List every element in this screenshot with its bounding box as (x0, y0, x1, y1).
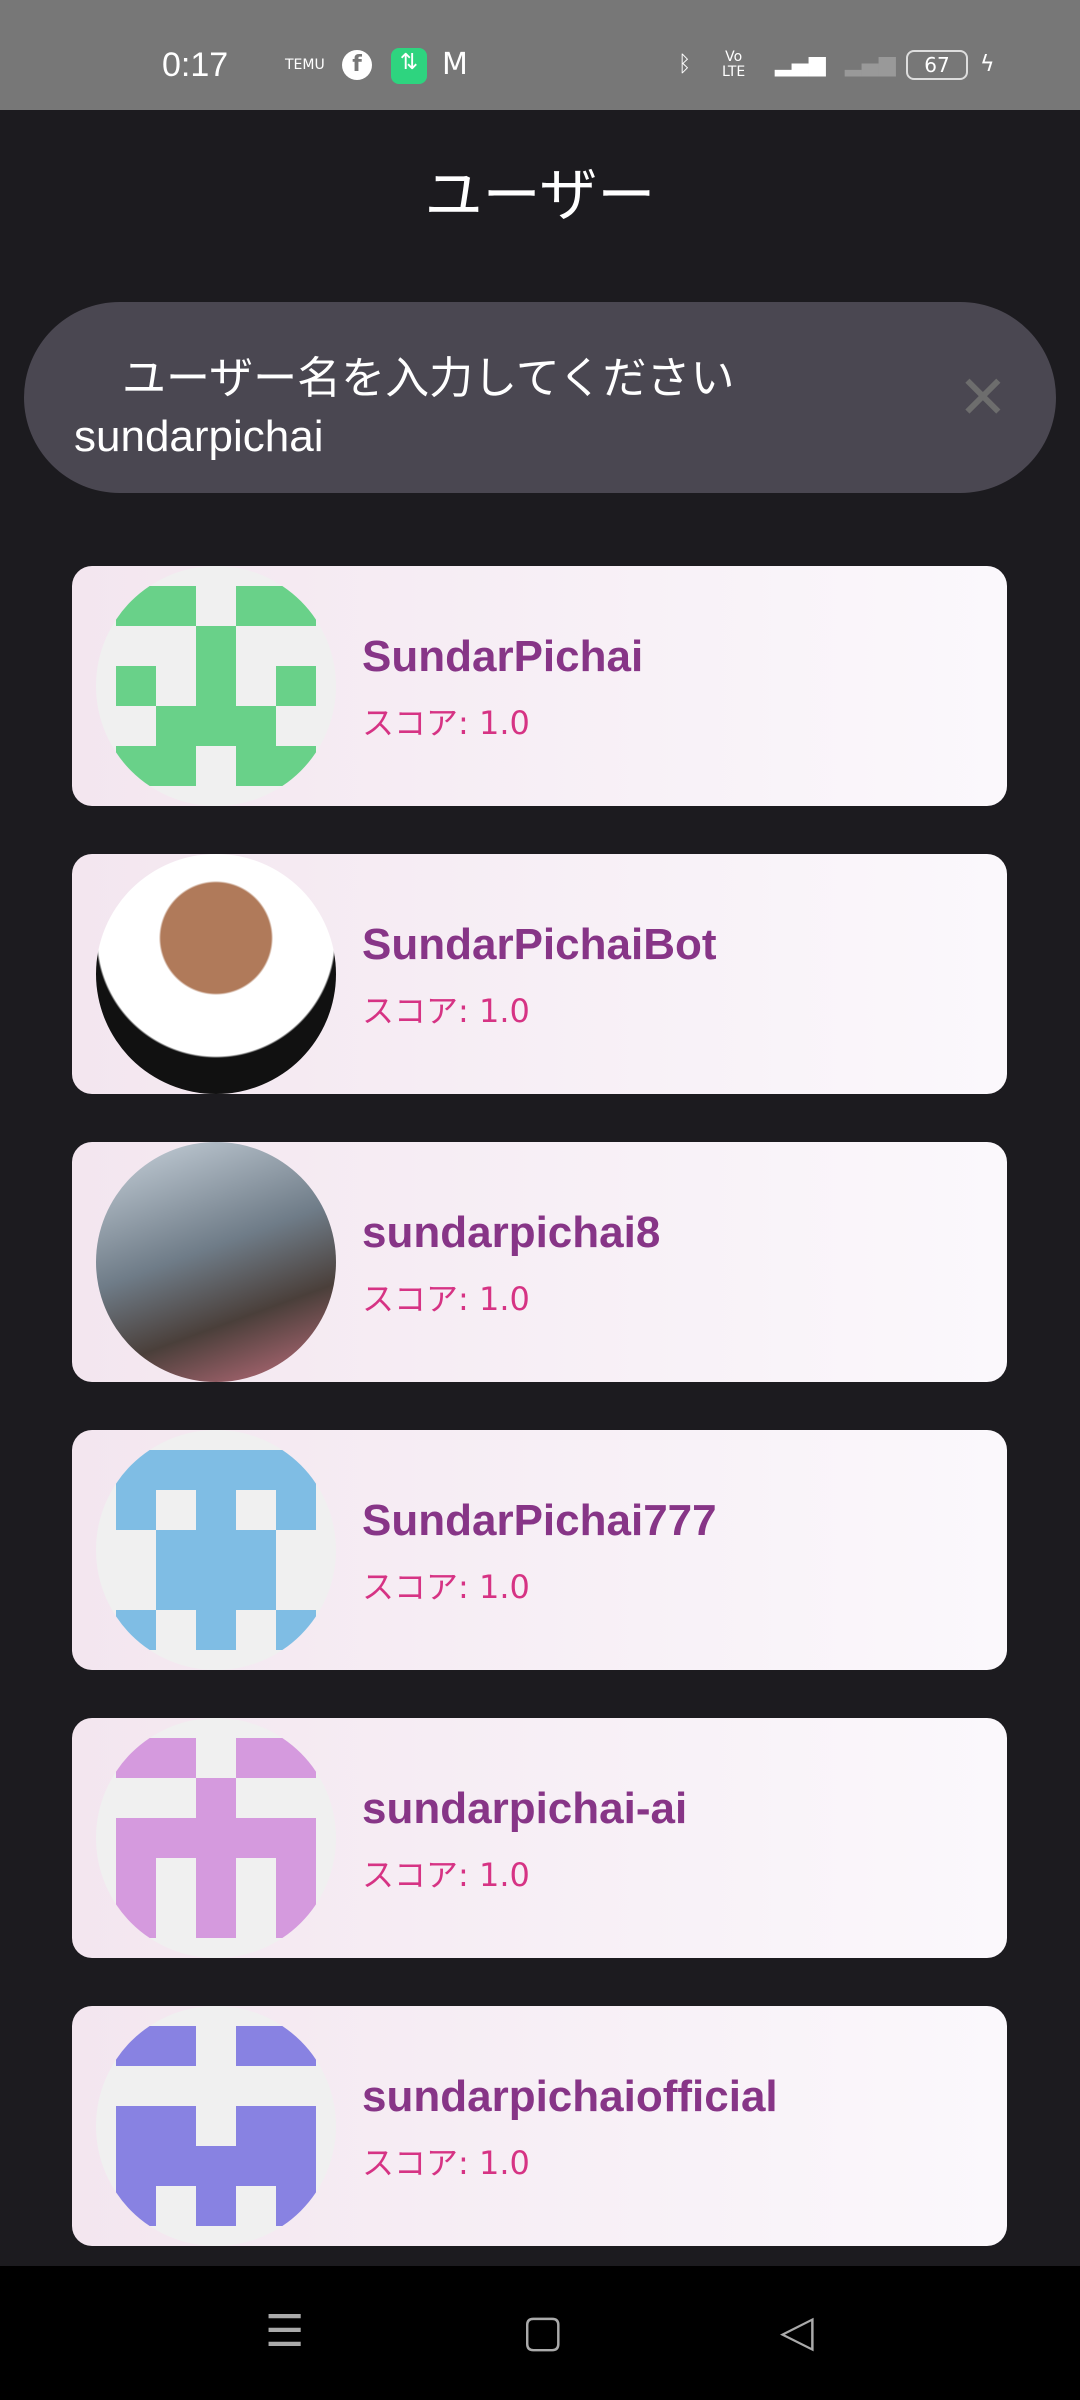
no-signal-icon: ▂▄▆ (845, 52, 896, 77)
battery-level: 67 (924, 53, 950, 77)
user-card[interactable]: SundarPichai777 スコア: 1.0 (72, 1430, 1007, 1670)
avatar (96, 854, 336, 1094)
home-icon[interactable]: ▢ (522, 2306, 564, 2357)
user-name: SundarPichai (362, 632, 644, 681)
user-name: sundarpichai8 (362, 1208, 661, 1257)
username-search-field[interactable]: ユーザー名を入力してください sundarpichai ✕ (24, 302, 1056, 493)
user-name: sundarpichaiofficial (362, 2072, 778, 2121)
user-name: SundarPichai777 (362, 1496, 717, 1545)
search-label: ユーザー名を入力してください (122, 353, 735, 404)
navigation-bar: ☰ ▢ ◁ (0, 2266, 1080, 2400)
menu-icon[interactable]: ☰ (265, 2306, 304, 2357)
user-score: スコア: 1.0 (362, 1280, 530, 1318)
user-card[interactable]: sundarpichai8 スコア: 1.0 (72, 1142, 1007, 1382)
user-score: スコア: 1.0 (362, 1856, 530, 1894)
charging-icon: ϟ (980, 52, 995, 77)
user-name: sundarpichai-ai (362, 1784, 688, 1833)
4g-signal-icon: ▂▄▆ (775, 52, 826, 77)
avatar (96, 566, 336, 806)
bluetooth-icon: ᛒ (678, 52, 692, 77)
avatar (96, 1430, 336, 1670)
avatar (96, 2006, 336, 2246)
volte-icon: Vo LTE (722, 49, 746, 80)
user-score: スコア: 1.0 (362, 992, 530, 1030)
avatar (96, 1718, 336, 1958)
facebook-icon: f (342, 50, 372, 80)
user-card[interactable]: SundarPichai スコア: 1.0 (72, 566, 1007, 806)
status-bar: 0:17 TEMU f ⇅ M ᛒ Vo LTE ▂▄▆ ▂▄▆ 67 ϟ (0, 0, 1080, 110)
user-card[interactable]: sundarpichai-ai スコア: 1.0 (72, 1718, 1007, 1958)
battery-icon: 67 (906, 50, 968, 80)
user-score: スコア: 1.0 (362, 2144, 530, 2182)
back-icon[interactable]: ◁ (780, 2306, 814, 2357)
user-name: SundarPichaiBot (362, 920, 717, 969)
page-title: ユーザー (424, 161, 656, 229)
temu-icon: TEMU (285, 57, 325, 73)
clear-icon[interactable]: ✕ (958, 368, 1008, 428)
user-card[interactable]: sundarpichaiofficial スコア: 1.0 (72, 2006, 1007, 2246)
gmail-icon: M (442, 47, 468, 82)
avatar (96, 1142, 336, 1382)
clock: 0:17 (162, 46, 229, 84)
user-card[interactable]: SundarPichaiBot スコア: 1.0 (72, 854, 1007, 1094)
user-score: スコア: 1.0 (362, 704, 530, 742)
user-score: スコア: 1.0 (362, 1568, 530, 1606)
data-transfer-icon: ⇅ (391, 48, 427, 84)
search-input[interactable]: sundarpichai (74, 412, 324, 462)
